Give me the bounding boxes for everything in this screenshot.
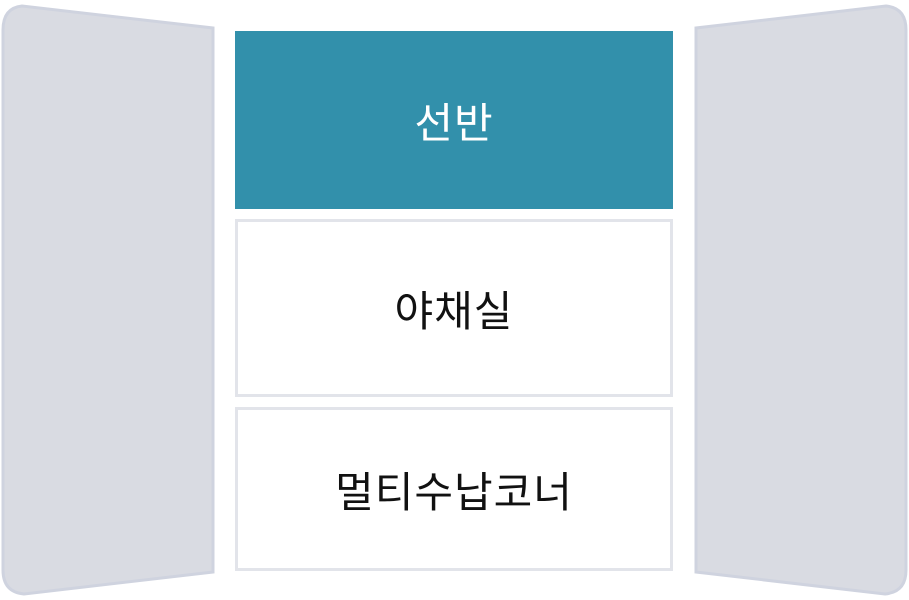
fridge-diagram: 선반 야채실 멀티수납코너: [0, 0, 909, 600]
section-vegetable-drawer[interactable]: 야채실: [235, 219, 673, 397]
section-multi-storage-corner-label: 멀티수납코너: [335, 467, 573, 517]
section-shelf[interactable]: 선반: [235, 31, 673, 209]
right-door-panel: [694, 4, 908, 596]
section-shelf-label: 선반: [414, 98, 494, 148]
section-vegetable-drawer-label: 야채실: [394, 286, 514, 336]
left-door-panel: [1, 4, 215, 596]
section-multi-storage-corner[interactable]: 멀티수납코너: [235, 407, 673, 571]
